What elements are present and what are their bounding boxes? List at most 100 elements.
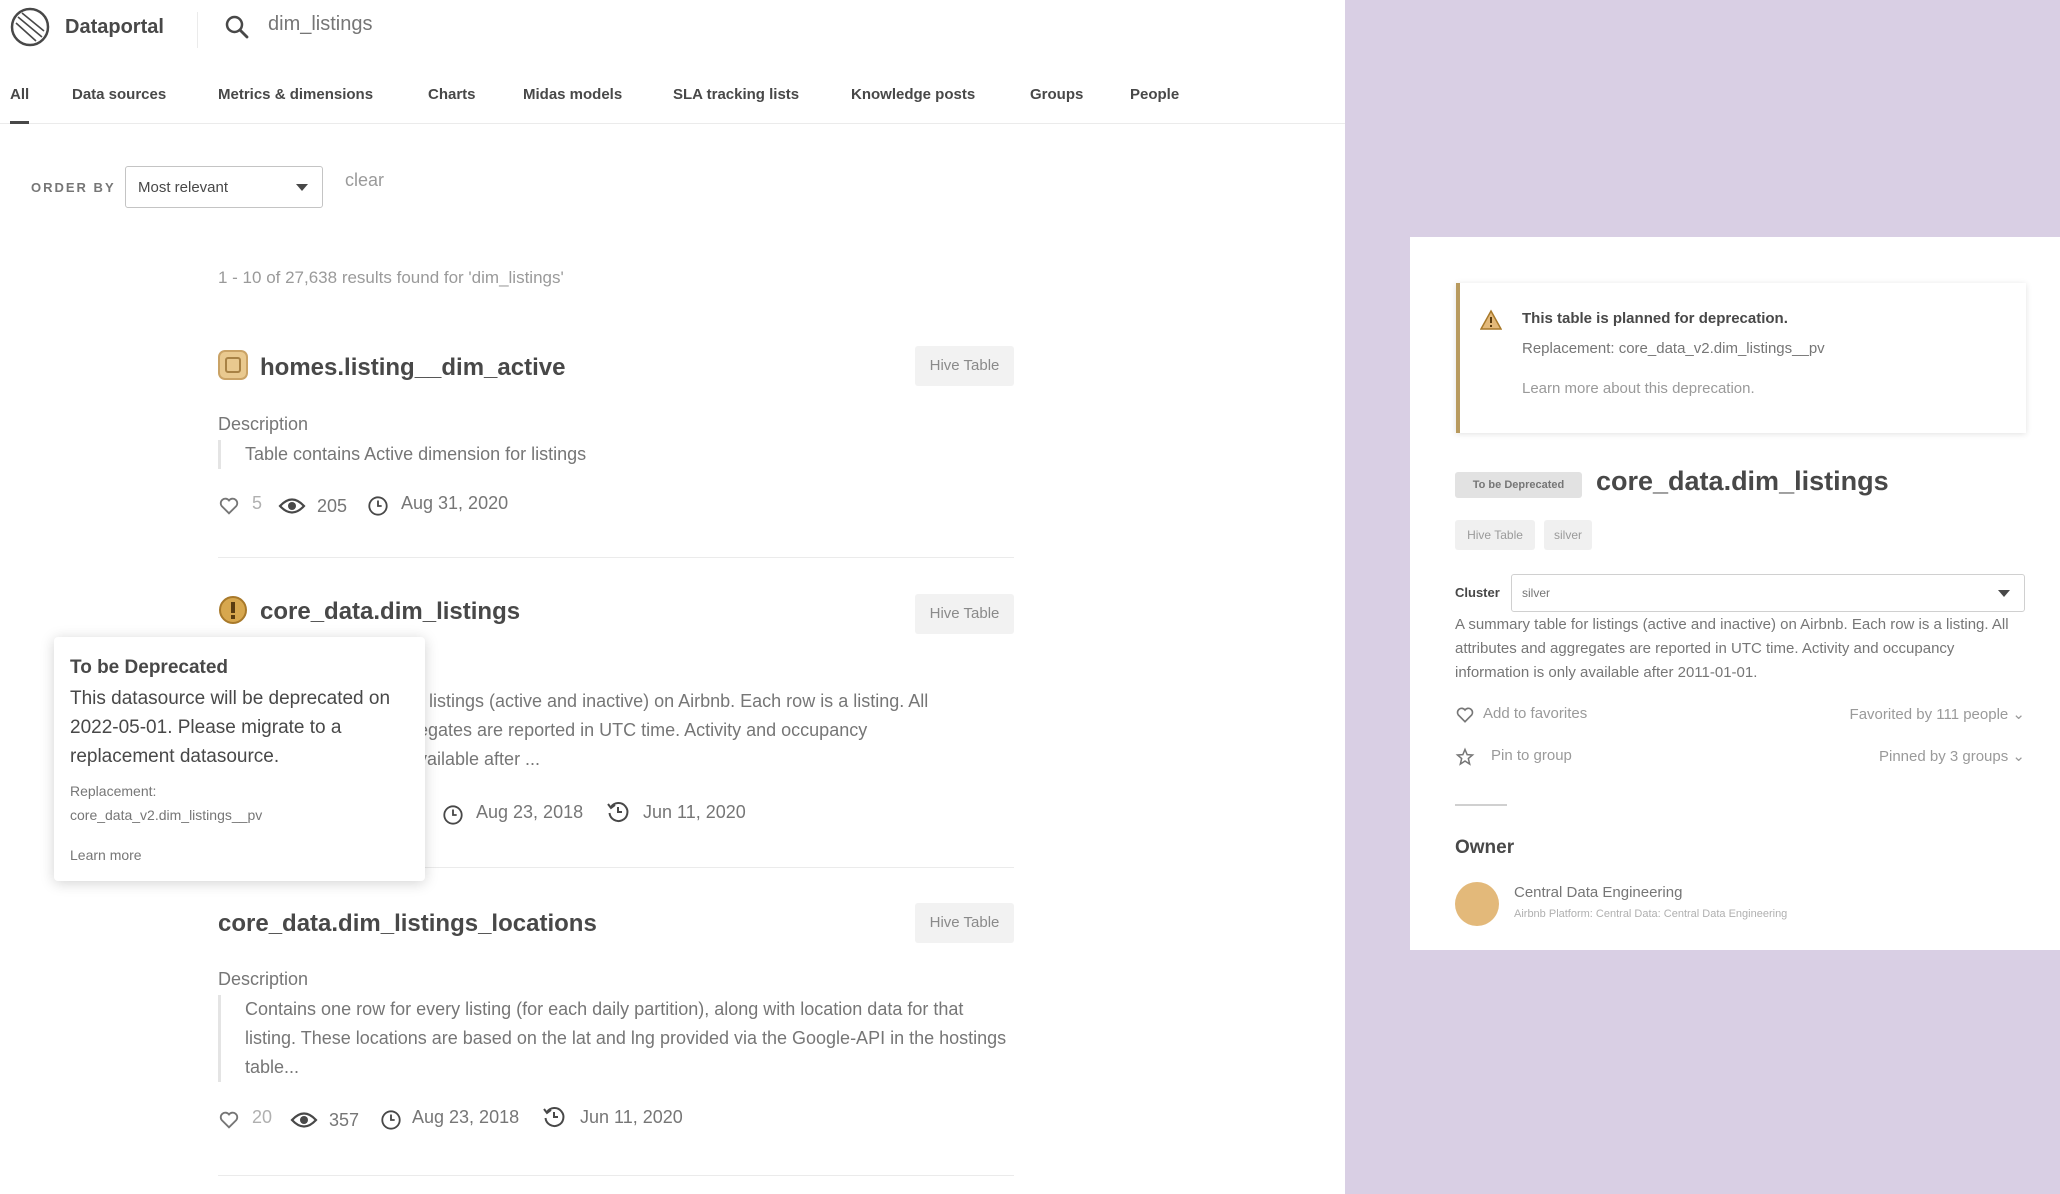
- tooltip-title: To be Deprecated: [70, 657, 229, 678]
- detail-title: core_data.dim_listings: [1596, 466, 1889, 496]
- category-tabs: All Data sources Metrics & dimensions Ch…: [0, 86, 1345, 124]
- result-description: r listings (active and inactive) on Airb…: [418, 691, 929, 769]
- tooltip-body: This datasource will be deprecated on 20…: [70, 688, 391, 767]
- search-pane: Dataportal dim_listings All Data sources…: [0, 0, 1345, 1194]
- caret-down-icon: [296, 184, 308, 191]
- tooltip-replacement-label: Replacement:: [70, 783, 157, 799]
- warning-learn-more-link[interactable]: Learn more about this deprecation.: [1522, 380, 1755, 397]
- clear-link[interactable]: clear: [345, 170, 384, 191]
- table-icon: [218, 350, 248, 380]
- table-detail-card: This table is planned for deprecation. R…: [1410, 237, 2060, 950]
- type-badge: Hive Table: [915, 346, 1014, 386]
- history-icon: [607, 802, 629, 822]
- likes-count: 20: [252, 1107, 273, 1127]
- result-divider: [218, 557, 1014, 558]
- result-description: Table contains Active dimension for list…: [218, 440, 1014, 469]
- top-bar: Dataportal dim_listings: [0, 0, 1345, 60]
- search-result: homes.listing__dim_active Hive Table Des…: [218, 340, 1014, 540]
- result-title[interactable]: core_data.dim_listings: [260, 598, 520, 626]
- tab-data-sources[interactable]: Data sources: [72, 86, 166, 124]
- detail-backdrop: This table is planned for deprecation. R…: [1345, 0, 2060, 1194]
- owner-avatar[interactable]: [1455, 882, 1499, 926]
- section-divider: [1455, 804, 1507, 806]
- history-icon: [543, 1107, 565, 1127]
- result-divider: [218, 1175, 1014, 1176]
- pinned-by-label: Pinned by 3 groups: [1878, 748, 2009, 765]
- pin-to-group-button[interactable]: Pin to group: [1491, 747, 1572, 764]
- chevron-down-icon: ⌄: [2012, 706, 2025, 723]
- clock-icon: [381, 1110, 401, 1130]
- tab-groups[interactable]: Groups: [1030, 86, 1083, 124]
- pinned-by-dropdown[interactable]: Pinned by 3 groups ⌄: [1879, 747, 2025, 765]
- description-label: Description: [218, 969, 309, 989]
- views-count: 357: [329, 1110, 360, 1130]
- pin-row: Pin to group Pinned by 3 groups ⌄: [1455, 745, 2025, 769]
- order-by-select[interactable]: Most relevant: [125, 166, 323, 208]
- deprecation-warning-icon[interactable]: [218, 595, 248, 625]
- warning-title: This table is planned for deprecation.: [1522, 310, 1788, 327]
- created-date: Aug 23, 2018: [412, 1107, 520, 1127]
- owner-path: Airbnb Platform: Central Data: Central D…: [1514, 908, 1788, 920]
- tab-all[interactable]: All: [10, 86, 30, 124]
- result-meta: 5 205 Aug 31, 2020: [218, 493, 618, 519]
- views-count: 205: [317, 496, 348, 516]
- topbar-divider: [197, 12, 198, 48]
- warning-replacement: Replacement: core_data_v2.dim_listings__…: [1522, 340, 1825, 357]
- star-icon[interactable]: [1455, 747, 1475, 767]
- created-date: Aug 31, 2020: [401, 493, 509, 513]
- owner-heading: Owner: [1455, 837, 1515, 858]
- favorite-row: Add to favorites Favorited by 111 people…: [1455, 703, 2025, 727]
- eye-icon: [290, 1112, 318, 1128]
- result-meta: 20 357 Aug 23, 2018 Jun 11, 2020: [218, 1107, 818, 1133]
- result-title[interactable]: core_data.dim_listings_locations: [218, 910, 597, 938]
- dataportal-logo-icon[interactable]: [10, 7, 50, 47]
- type-badge: Hive Table: [915, 594, 1014, 634]
- order-by-value: Most relevant: [138, 179, 229, 196]
- eye-icon: [278, 498, 306, 514]
- cluster-select[interactable]: silver: [1511, 574, 2025, 612]
- tab-knowledge-posts[interactable]: Knowledge posts: [851, 86, 975, 124]
- updated-date: Jun 11, 2020: [643, 802, 746, 822]
- tab-sla-tracking-lists[interactable]: SLA tracking lists: [673, 86, 799, 124]
- heart-icon[interactable]: [218, 1109, 240, 1131]
- tooltip-learn-more-link[interactable]: Learn more: [70, 847, 142, 863]
- search-icon[interactable]: [224, 14, 250, 40]
- heart-icon[interactable]: [1455, 705, 1475, 725]
- description-label: Description: [218, 414, 309, 434]
- type-badge: Hive Table: [915, 903, 1014, 943]
- detail-description: A summary table for listings (active and…: [1455, 616, 2009, 681]
- created-date: Aug 23, 2018: [476, 802, 584, 822]
- tag-silver[interactable]: silver: [1544, 520, 1592, 550]
- order-by-label: ORDER BY: [31, 180, 116, 195]
- deprecation-warning-banner: This table is planned for deprecation. R…: [1456, 283, 2026, 433]
- heart-icon[interactable]: [218, 495, 240, 517]
- result-count: 1 - 10 of 27,638 results found for 'dim_…: [218, 268, 564, 287]
- cluster-label: Cluster: [1455, 585, 1500, 600]
- chevron-down-icon: ⌄: [2012, 748, 2025, 765]
- tooltip-replacement-value: core_data_v2.dim_listings__pv: [70, 807, 263, 823]
- app-name[interactable]: Dataportal: [65, 16, 164, 39]
- favorited-by-dropdown[interactable]: Favorited by 111 people ⌄: [1850, 705, 2025, 723]
- cluster-value: silver: [1522, 586, 1551, 600]
- tab-charts[interactable]: Charts: [428, 86, 476, 124]
- search-result: core_data.dim_listings_locations Hive Ta…: [218, 895, 1014, 1155]
- search-input[interactable]: dim_listings: [268, 13, 372, 36]
- add-to-favorites-button[interactable]: Add to favorites: [1483, 705, 1587, 722]
- tab-metrics-dimensions[interactable]: Metrics & dimensions: [218, 86, 373, 124]
- deprecation-tooltip: To be Deprecated This datasource will be…: [54, 637, 425, 881]
- tab-people[interactable]: People: [1130, 86, 1179, 124]
- likes-count: 5: [252, 493, 263, 513]
- updated-date: Jun 11, 2020: [580, 1107, 683, 1127]
- tab-midas-models[interactable]: Midas models: [523, 86, 622, 124]
- favorited-by-label: Favorited by 111 people: [1849, 706, 2009, 723]
- result-title[interactable]: homes.listing__dim_active: [260, 354, 565, 382]
- result-meta: Aug 23, 2018 Jun 11, 2020: [442, 802, 842, 828]
- owner-name[interactable]: Central Data Engineering: [1514, 884, 1682, 901]
- tag-hive-table[interactable]: Hive Table: [1455, 520, 1535, 550]
- clock-icon: [368, 496, 388, 516]
- result-description: Contains one row for every listing (for …: [218, 995, 1014, 1082]
- clock-icon: [443, 805, 463, 825]
- warning-icon: [1480, 309, 1502, 330]
- caret-down-icon: [1998, 590, 2010, 597]
- status-badge: To be Deprecated: [1455, 472, 1582, 498]
